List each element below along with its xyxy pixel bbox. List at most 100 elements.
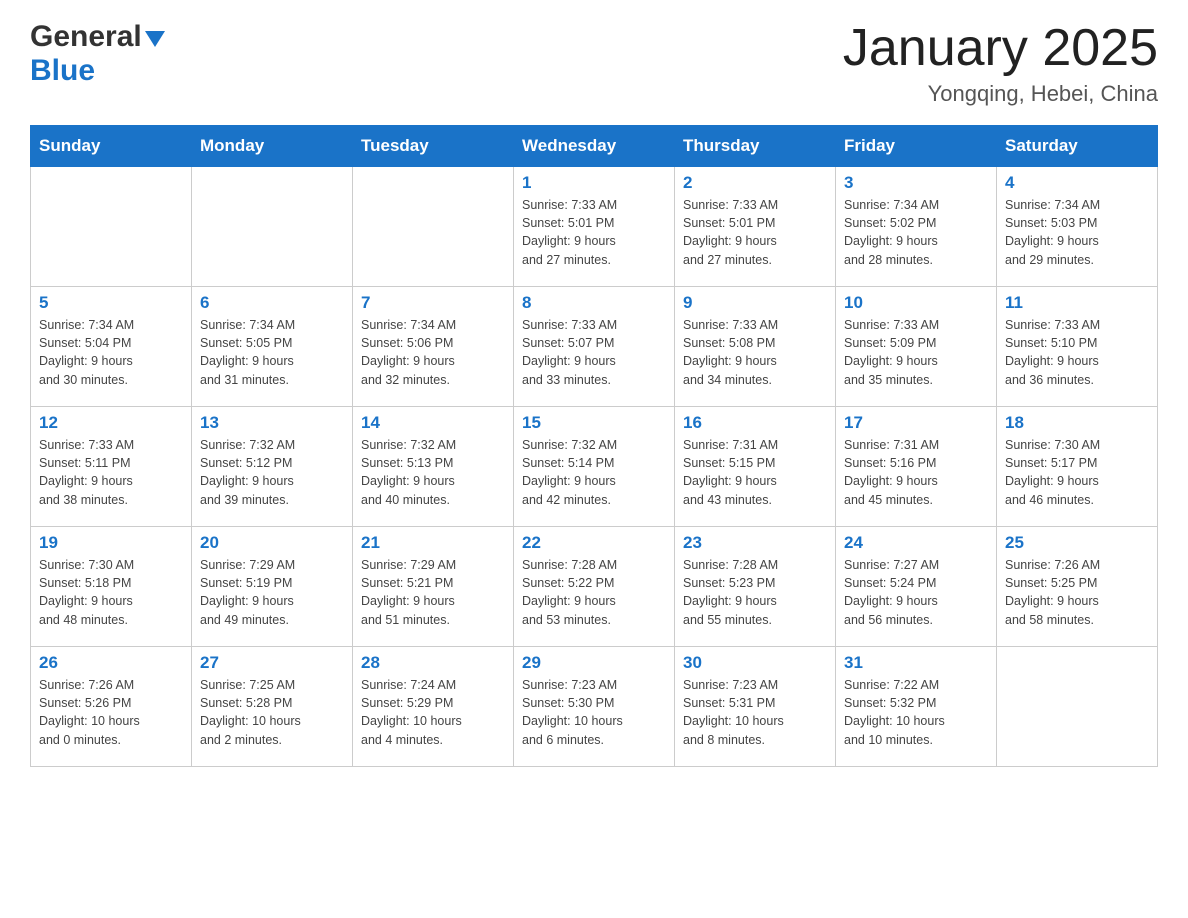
calendar-body: 1 Sunrise: 7:33 AM Sunset: 5:01 PM Daylig… <box>31 167 1158 767</box>
day-number: 24 <box>844 533 988 553</box>
calendar-day-cell: 22Sunrise: 7:28 AM Sunset: 5:22 PM Dayli… <box>514 527 675 647</box>
day-info: Sunrise: 7:34 AM Sunset: 5:02 PM Dayligh… <box>844 196 988 269</box>
calendar-subtitle: Yongqing, Hebei, China <box>843 81 1158 107</box>
day-number: 20 <box>200 533 344 553</box>
logo: General Blue <box>30 20 165 88</box>
calendar-day-cell: 10 Sunrise: 7:33 AM Sunset: 5:09 PM Dayli… <box>836 287 997 407</box>
day-number: 11 <box>1005 293 1149 313</box>
day-number: 31 <box>844 653 988 673</box>
day-number: 26 <box>39 653 183 673</box>
day-info: Sunrise: 7:29 AM Sunset: 5:19 PM Dayligh… <box>200 556 344 629</box>
calendar-day-cell: 4 Sunrise: 7:34 AM Sunset: 5:03 PM Daylig… <box>997 167 1158 287</box>
day-number: 29 <box>522 653 666 673</box>
calendar-day-cell: 25Sunrise: 7:26 AM Sunset: 5:25 PM Dayli… <box>997 527 1158 647</box>
calendar-day-cell: 20 Sunrise: 7:29 AM Sunset: 5:19 PM Dayli… <box>192 527 353 647</box>
day-info: Sunrise: 7:32 AM Sunset: 5:14 PM Dayligh… <box>522 436 666 509</box>
calendar-day-cell: 28 Sunrise: 7:24 AM Sunset: 5:29 PM Dayli… <box>353 647 514 767</box>
day-number: 3 <box>844 173 988 193</box>
day-info: Sunrise: 7:34 AM Sunset: 5:05 PM Dayligh… <box>200 316 344 389</box>
calendar-day-cell <box>192 167 353 287</box>
calendar-title: January 2025 <box>843 20 1158 77</box>
day-info: Sunrise: 7:24 AM Sunset: 5:29 PM Dayligh… <box>361 676 505 749</box>
page-header: General Blue January 2025 Yongqing, Hebe… <box>30 20 1158 107</box>
calendar-day-cell: 11 Sunrise: 7:33 AM Sunset: 5:10 PM Dayli… <box>997 287 1158 407</box>
calendar-header-row: SundayMondayTuesdayWednesdayThursdayFrid… <box>31 126 1158 167</box>
calendar-day-cell: 29 Sunrise: 7:23 AM Sunset: 5:30 PM Dayli… <box>514 647 675 767</box>
calendar-day-cell: 24Sunrise: 7:27 AM Sunset: 5:24 PM Dayli… <box>836 527 997 647</box>
calendar-day-cell <box>997 647 1158 767</box>
day-number: 30 <box>683 653 827 673</box>
day-info: Sunrise: 7:33 AM Sunset: 5:10 PM Dayligh… <box>1005 316 1149 389</box>
day-info: Sunrise: 7:33 AM Sunset: 5:08 PM Dayligh… <box>683 316 827 389</box>
day-number: 14 <box>361 413 505 433</box>
day-number: 8 <box>522 293 666 313</box>
day-number: 4 <box>1005 173 1149 193</box>
calendar-table: SundayMondayTuesdayWednesdayThursdayFrid… <box>30 125 1158 767</box>
calendar-day-cell: 8 Sunrise: 7:33 AM Sunset: 5:07 PM Daylig… <box>514 287 675 407</box>
calendar-day-cell: 14 Sunrise: 7:32 AM Sunset: 5:13 PM Dayli… <box>353 407 514 527</box>
day-info: Sunrise: 7:29 AM Sunset: 5:21 PM Dayligh… <box>361 556 505 629</box>
calendar-week-row: 26 Sunrise: 7:26 AM Sunset: 5:26 PM Dayli… <box>31 647 1158 767</box>
day-info: Sunrise: 7:33 AM Sunset: 5:01 PM Dayligh… <box>522 196 666 269</box>
logo-blue: Blue <box>30 54 95 87</box>
day-of-week-header: Tuesday <box>353 126 514 167</box>
calendar-week-row: 1 Sunrise: 7:33 AM Sunset: 5:01 PM Daylig… <box>31 167 1158 287</box>
day-info: Sunrise: 7:34 AM Sunset: 5:03 PM Dayligh… <box>1005 196 1149 269</box>
day-info: Sunrise: 7:33 AM Sunset: 5:11 PM Dayligh… <box>39 436 183 509</box>
day-number: 13 <box>200 413 344 433</box>
calendar-day-cell: 30 Sunrise: 7:23 AM Sunset: 5:31 PM Dayli… <box>675 647 836 767</box>
calendar-day-cell: 19Sunrise: 7:30 AM Sunset: 5:18 PM Dayli… <box>31 527 192 647</box>
calendar-day-cell: 2 Sunrise: 7:33 AM Sunset: 5:01 PM Daylig… <box>675 167 836 287</box>
calendar-day-cell: 1 Sunrise: 7:33 AM Sunset: 5:01 PM Daylig… <box>514 167 675 287</box>
day-of-week-header: Saturday <box>997 126 1158 167</box>
calendar-day-cell: 15 Sunrise: 7:32 AM Sunset: 5:14 PM Dayli… <box>514 407 675 527</box>
day-info: Sunrise: 7:31 AM Sunset: 5:16 PM Dayligh… <box>844 436 988 509</box>
calendar-day-cell: 21Sunrise: 7:29 AM Sunset: 5:21 PM Dayli… <box>353 527 514 647</box>
day-info: Sunrise: 7:34 AM Sunset: 5:06 PM Dayligh… <box>361 316 505 389</box>
day-info: Sunrise: 7:34 AM Sunset: 5:04 PM Dayligh… <box>39 316 183 389</box>
calendar-day-cell <box>31 167 192 287</box>
day-info: Sunrise: 7:33 AM Sunset: 5:01 PM Dayligh… <box>683 196 827 269</box>
day-number: 2 <box>683 173 827 193</box>
day-number: 7 <box>361 293 505 313</box>
logo-triangle-icon <box>145 31 165 47</box>
day-number: 12 <box>39 413 183 433</box>
day-number: 27 <box>200 653 344 673</box>
calendar-day-cell: 6Sunrise: 7:34 AM Sunset: 5:05 PM Daylig… <box>192 287 353 407</box>
calendar-day-cell: 3 Sunrise: 7:34 AM Sunset: 5:02 PM Daylig… <box>836 167 997 287</box>
day-info: Sunrise: 7:33 AM Sunset: 5:07 PM Dayligh… <box>522 316 666 389</box>
day-number: 28 <box>361 653 505 673</box>
day-of-week-header: Sunday <box>31 126 192 167</box>
calendar-week-row: 12 Sunrise: 7:33 AM Sunset: 5:11 PM Dayli… <box>31 407 1158 527</box>
day-info: Sunrise: 7:22 AM Sunset: 5:32 PM Dayligh… <box>844 676 988 749</box>
day-info: Sunrise: 7:23 AM Sunset: 5:30 PM Dayligh… <box>522 676 666 749</box>
day-number: 15 <box>522 413 666 433</box>
calendar-day-cell: 31 Sunrise: 7:22 AM Sunset: 5:32 PM Dayli… <box>836 647 997 767</box>
day-number: 5 <box>39 293 183 313</box>
day-info: Sunrise: 7:32 AM Sunset: 5:13 PM Dayligh… <box>361 436 505 509</box>
day-info: Sunrise: 7:23 AM Sunset: 5:31 PM Dayligh… <box>683 676 827 749</box>
logo-general: General <box>30 20 142 54</box>
day-info: Sunrise: 7:31 AM Sunset: 5:15 PM Dayligh… <box>683 436 827 509</box>
day-number: 18 <box>1005 413 1149 433</box>
day-number: 22 <box>522 533 666 553</box>
calendar-day-cell: 17Sunrise: 7:31 AM Sunset: 5:16 PM Dayli… <box>836 407 997 527</box>
day-number: 23 <box>683 533 827 553</box>
day-number: 10 <box>844 293 988 313</box>
calendar-day-cell: 5 Sunrise: 7:34 AM Sunset: 5:04 PM Daylig… <box>31 287 192 407</box>
day-number: 1 <box>522 173 666 193</box>
day-info: Sunrise: 7:26 AM Sunset: 5:26 PM Dayligh… <box>39 676 183 749</box>
day-number: 9 <box>683 293 827 313</box>
day-info: Sunrise: 7:28 AM Sunset: 5:23 PM Dayligh… <box>683 556 827 629</box>
calendar-day-cell: 16 Sunrise: 7:31 AM Sunset: 5:15 PM Dayli… <box>675 407 836 527</box>
calendar-day-cell: 27Sunrise: 7:25 AM Sunset: 5:28 PM Dayli… <box>192 647 353 767</box>
day-of-week-header: Friday <box>836 126 997 167</box>
day-of-week-header: Wednesday <box>514 126 675 167</box>
day-of-week-header: Thursday <box>675 126 836 167</box>
day-number: 16 <box>683 413 827 433</box>
calendar-day-cell: 26 Sunrise: 7:26 AM Sunset: 5:26 PM Dayli… <box>31 647 192 767</box>
day-info: Sunrise: 7:30 AM Sunset: 5:18 PM Dayligh… <box>39 556 183 629</box>
calendar-header-right: January 2025 Yongqing, Hebei, China <box>843 20 1158 107</box>
day-info: Sunrise: 7:33 AM Sunset: 5:09 PM Dayligh… <box>844 316 988 389</box>
calendar-day-cell: 18Sunrise: 7:30 AM Sunset: 5:17 PM Dayli… <box>997 407 1158 527</box>
